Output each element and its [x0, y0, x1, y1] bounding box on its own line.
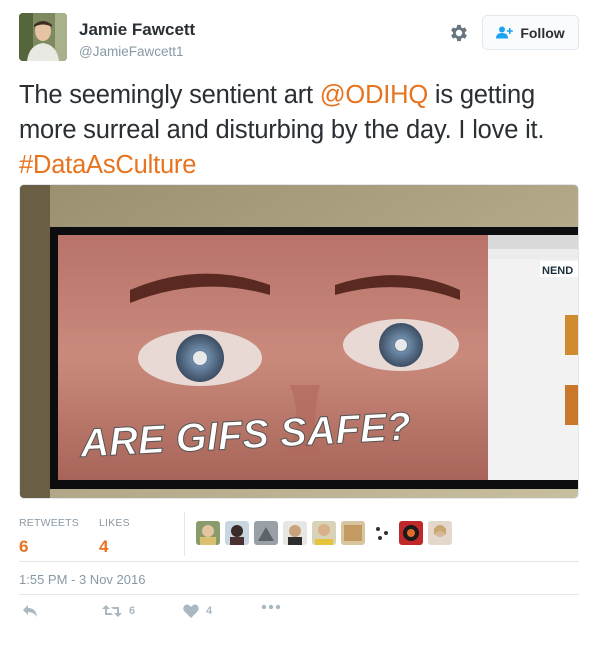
author-name[interactable]: Jamie Fawcett	[79, 20, 195, 40]
avatar-image	[19, 13, 67, 61]
gear-icon[interactable]	[448, 22, 470, 44]
hashtag-link[interactable]: #DataAsCulture	[19, 151, 196, 179]
author-handle[interactable]: @JamieFawcett1	[79, 44, 184, 59]
heart-icon	[183, 604, 199, 618]
avatar[interactable]	[19, 13, 67, 61]
tweet-text: The seemingly sentient art @ODIHQ is get…	[19, 78, 584, 183]
follow-button[interactable]: Follow	[482, 15, 579, 50]
retweets-stat[interactable]: RETWEETS 6	[19, 517, 99, 557]
retweet-count: 6	[129, 605, 136, 617]
reply-icon	[23, 605, 37, 617]
tweet-text-part: The seemingly sentient art	[19, 81, 320, 109]
liker-avatar[interactable]	[254, 521, 278, 545]
tweet-photo-image: NEND ARE GIFS SAFE?	[20, 185, 578, 498]
mention-link[interactable]: @ODIHQ	[320, 81, 428, 109]
stats-divider	[184, 512, 185, 556]
retweets-count: 6	[19, 537, 29, 556]
likes-label: LIKES	[99, 517, 130, 529]
follow-label: Follow	[520, 24, 565, 41]
reply-button[interactable]	[22, 604, 38, 618]
retweet-button[interactable]: 6	[102, 604, 135, 618]
more-icon	[261, 604, 281, 610]
liker-avatar[interactable]	[312, 521, 336, 545]
liker-avatar[interactable]	[196, 521, 220, 545]
retweet-icon	[102, 605, 122, 617]
liker-avatar[interactable]	[225, 521, 249, 545]
liker-avatar[interactable]	[428, 521, 452, 545]
browser-brand: NEND	[542, 265, 573, 277]
likes-stat[interactable]: LIKES 4	[99, 517, 159, 557]
like-button[interactable]: 4	[183, 604, 212, 618]
tweet-photo[interactable]: NEND ARE GIFS SAFE?	[19, 184, 579, 499]
divider	[19, 594, 579, 595]
like-count: 4	[206, 605, 213, 617]
likes-count: 4	[99, 537, 109, 556]
liker-avatar[interactable]	[399, 521, 423, 545]
add-user-icon	[496, 26, 514, 39]
tweet-timestamp[interactable]: 1:55 PM - 3 Nov 2016	[19, 572, 145, 587]
liker-avatars	[196, 521, 457, 545]
divider	[19, 561, 579, 562]
liker-avatar[interactable]	[370, 521, 394, 545]
liker-avatar[interactable]	[341, 521, 365, 545]
liker-avatar[interactable]	[283, 521, 307, 545]
more-button[interactable]	[261, 604, 281, 610]
retweets-label: RETWEETS	[19, 517, 79, 529]
